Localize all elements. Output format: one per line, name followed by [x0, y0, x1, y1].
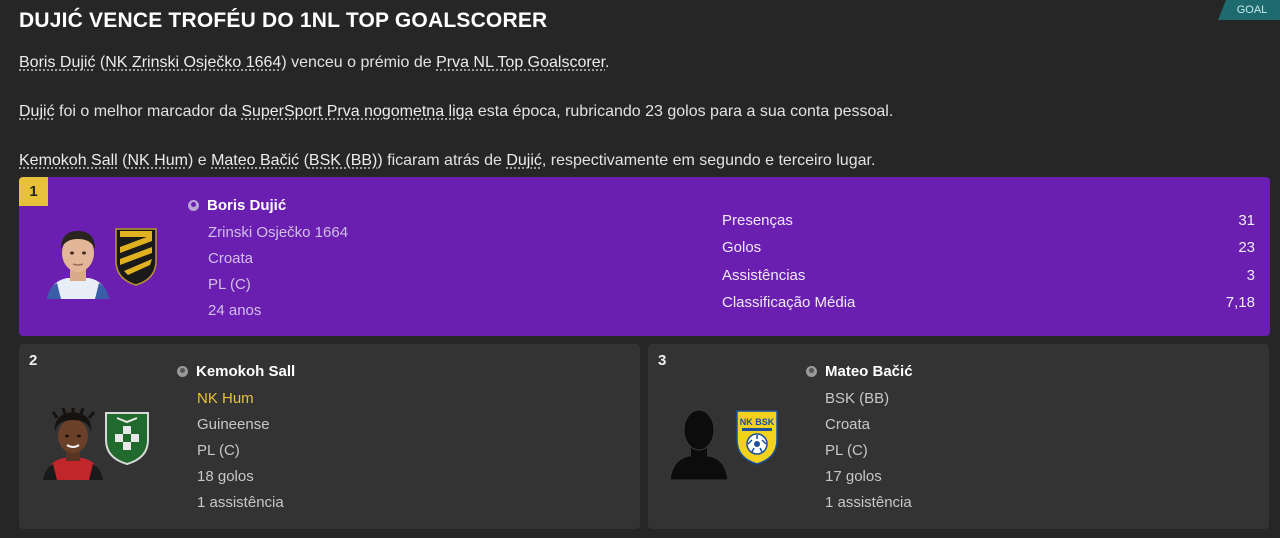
player-position: PL (C) — [197, 442, 240, 459]
player-assists: 1 assistência — [197, 494, 284, 511]
player-nationality: Croata — [825, 416, 871, 433]
player-silhouette-icon[interactable] — [668, 406, 730, 480]
stat-value: 7,18 — [1225, 294, 1255, 312]
stat-label: Golos — [722, 239, 762, 257]
stat-label: Presenças — [722, 212, 793, 230]
player-link[interactable]: Boris Dujić — [19, 54, 95, 71]
player-name[interactable]: Boris Dujić — [188, 197, 286, 214]
text: esta época, rubricando 23 golos para a s… — [473, 103, 894, 120]
player-photo[interactable] — [43, 223, 113, 299]
player-name-label: Mateo Bačić — [825, 363, 913, 380]
news-paragraph-2: Dujić foi o melhor marcador da SuperSpor… — [19, 103, 893, 121]
player-name[interactable]: Mateo Bačić — [806, 363, 913, 380]
person-icon — [188, 200, 199, 211]
news-paragraph-1: Boris Dujić (NK Zrinski Osječko 1664) ve… — [19, 54, 609, 72]
player-name[interactable]: Kemokoh Sall — [177, 363, 295, 380]
stat-value: 23 — [1238, 239, 1255, 257]
player-nationality: Guineense — [197, 416, 270, 433]
club-link[interactable]: BSK (BB) — [309, 152, 377, 169]
text: , respectivamente em segundo e terceiro … — [541, 152, 876, 169]
winner-card: 1 Boris Dujić Zrinski Osječko 1664 Croat… — [19, 177, 1270, 336]
player-link[interactable]: Dujić — [19, 103, 55, 120]
player-position: PL (C) — [825, 442, 868, 459]
player-name-label: Boris Dujić — [207, 197, 287, 214]
rank-number: 2 — [29, 352, 38, 369]
stat-row: Classificação Média 7,18 — [722, 289, 1255, 316]
club-link[interactable]: NK Hum — [128, 152, 188, 169]
stat-row: Assistências 3 — [722, 262, 1255, 289]
stat-label: Assistências — [722, 266, 806, 284]
player-assists: 1 assistência — [825, 494, 912, 511]
club-crest[interactable]: NK BSK — [734, 408, 780, 466]
second-place-card: 2 Kemokoh Sall NK Hum Guineense PL (C) 1… — [19, 344, 640, 529]
text: . — [605, 54, 610, 71]
player-club[interactable]: Zrinski Osječko 1664 — [208, 224, 348, 241]
person-icon — [806, 366, 817, 377]
player-photo[interactable] — [41, 408, 105, 480]
player-nationality: Croata — [208, 250, 254, 267]
player-position: PL (C) — [208, 276, 251, 293]
text: ) venceu o prémio de — [281, 54, 437, 71]
club-crest[interactable] — [103, 410, 151, 466]
player-link[interactable]: Kemokoh Sall — [19, 152, 118, 169]
winner-stats: Presenças 31 Golos 23 Assistências 3 Classi… — [722, 207, 1255, 316]
club-crest[interactable] — [114, 227, 158, 287]
text: ( — [117, 152, 128, 169]
news-type-tag: GOAL — [1218, 0, 1280, 20]
league-link[interactable]: SuperSport Prva nogometna liga — [241, 103, 473, 120]
player-club[interactable]: NK Hum — [197, 390, 254, 407]
club-link[interactable]: NK Zrinski Osječko 1664 — [105, 54, 281, 71]
page-title: DUJIĆ VENCE TROFÉU DO 1NL TOP GOALSCORER — [19, 9, 548, 32]
player-age: 24 anos — [208, 302, 262, 319]
stat-label: Classificação Média — [722, 294, 856, 312]
player-name-label: Kemokoh Sall — [196, 363, 296, 380]
person-icon — [177, 366, 188, 377]
player-goals: 17 golos — [825, 468, 882, 485]
player-goals: 18 golos — [197, 468, 254, 485]
text: ) e — [187, 152, 212, 169]
text: ( — [95, 54, 106, 71]
rank-number: 3 — [658, 352, 667, 369]
player-link[interactable]: Mateo Bačić — [211, 152, 299, 169]
award-link[interactable]: Prva NL Top Goalscorer — [436, 54, 605, 71]
third-place-card: 3 NK BSK Mateo Bačić BSK (BB) Croata PL … — [648, 344, 1269, 529]
stat-value: 3 — [1246, 266, 1255, 284]
player-club[interactable]: BSK (BB) — [825, 390, 889, 407]
stat-row: Presenças 31 — [722, 207, 1255, 234]
player-link[interactable]: Dujić — [506, 152, 542, 169]
text: foi o melhor marcador da — [54, 103, 242, 120]
rank-badge: 1 — [19, 177, 48, 206]
text: ) ficaram atrás de — [377, 152, 507, 169]
stat-value: 31 — [1238, 212, 1255, 230]
stat-row: Golos 23 — [722, 234, 1255, 261]
text: ( — [299, 152, 309, 169]
crest-text: NK BSK — [740, 417, 775, 427]
news-paragraph-3: Kemokoh Sall (NK Hum) e Mateo Bačić (BSK… — [19, 152, 875, 170]
